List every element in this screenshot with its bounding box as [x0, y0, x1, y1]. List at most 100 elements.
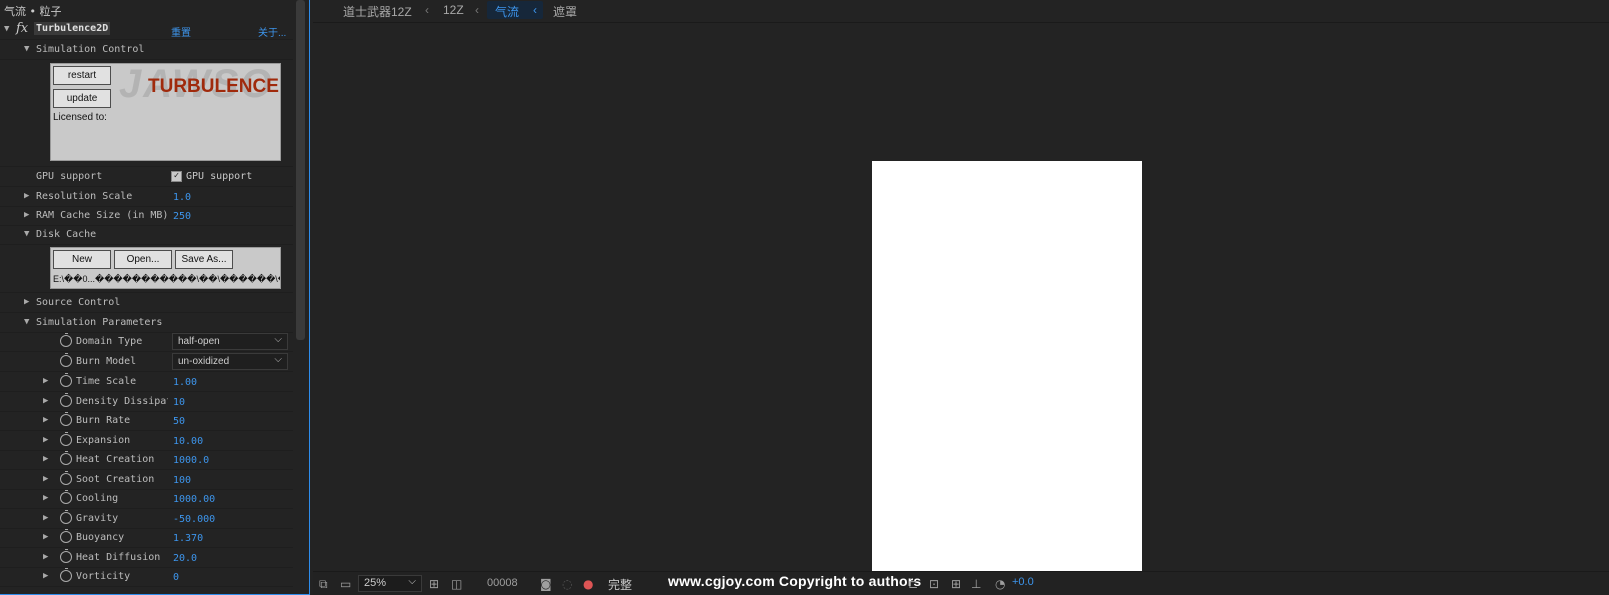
camera-icon[interactable]: ◙ — [540, 577, 552, 591]
param-row[interactable]: ▶ Soot Creation 100 — [0, 470, 293, 490]
param-value[interactable]: -50.000 — [173, 514, 215, 525]
param-value[interactable]: 250 — [173, 211, 191, 222]
stopwatch-icon[interactable] — [60, 393, 72, 407]
param-row[interactable]: ▶ Burn Rate 50 — [0, 411, 293, 431]
expand-triangle-icon[interactable]: ▶ — [43, 435, 48, 445]
timeline-icon[interactable]: ⊞ — [951, 577, 961, 591]
stopwatch-icon[interactable] — [60, 549, 72, 563]
flowchart-icon[interactable]: ⊥ — [971, 577, 981, 591]
param-value[interactable]: 20.0 — [173, 553, 197, 564]
expand-triangle-icon[interactable]: ▶ — [43, 454, 48, 464]
stopwatch-icon[interactable] — [60, 353, 72, 367]
tab-comp-4[interactable]: 遮罩 — [553, 3, 577, 20]
disk-cache-group[interactable]: ▼ Disk Cache — [0, 225, 293, 245]
collapse-triangle-icon[interactable]: ▼ — [24, 229, 29, 239]
stopwatch-icon[interactable] — [60, 529, 72, 543]
param-row[interactable]: ▶ Vorticity 0 — [0, 567, 293, 587]
burn-model-select[interactable]: un-oxidized ⌵ — [172, 353, 288, 370]
stopwatch-icon[interactable] — [60, 568, 72, 582]
expand-triangle-icon[interactable]: ▶ — [43, 493, 48, 503]
resolution-scale-row[interactable]: ▶ Resolution Scale 1.0 — [0, 187, 293, 207]
tab-comp-2[interactable]: 12Z — [443, 3, 464, 17]
expand-triangle-icon[interactable]: ▶ — [43, 376, 48, 386]
3d-view-icon[interactable]: ⊏ — [908, 577, 918, 591]
frame-counter[interactable]: 00008 — [487, 577, 518, 589]
param-row[interactable]: ▶ Heat Creation 1000.0 — [0, 450, 293, 470]
param-value[interactable]: 1000.00 — [173, 494, 215, 505]
collapse-triangle-icon[interactable]: ▼ — [24, 317, 29, 327]
exposure-value[interactable]: +0.0 — [1012, 576, 1034, 588]
channels-icon[interactable]: ● — [583, 577, 593, 591]
param-value[interactable]: 1.370 — [173, 533, 203, 544]
param-row[interactable]: ▶ Gravity -50.000 — [0, 509, 293, 529]
scrollbar[interactable] — [296, 0, 305, 340]
tab-comp-active[interactable]: 气流 — [495, 3, 519, 20]
param-label: GPU support — [36, 171, 103, 182]
param-row[interactable]: ▶ Cooling 1000.00 — [0, 489, 293, 509]
param-value[interactable]: 1.00 — [173, 377, 197, 388]
expand-triangle-icon[interactable]: ▶ — [43, 474, 48, 484]
stopwatch-icon[interactable] — [60, 333, 72, 347]
fx-icon[interactable]: fx — [16, 21, 28, 36]
collapse-triangle-icon[interactable]: ▼ — [4, 24, 9, 34]
about-link[interactable]: 关于... — [258, 24, 286, 39]
open-button[interactable]: Open... — [114, 250, 172, 269]
param-value[interactable]: 10 — [173, 397, 185, 408]
collapse-triangle-icon[interactable]: ▼ — [24, 44, 29, 54]
restart-button[interactable]: restart — [53, 66, 111, 85]
transparency-grid-icon[interactable]: ◫ — [451, 577, 462, 591]
param-row[interactable]: ▶ Density Dissipat 10 — [0, 392, 293, 412]
stopwatch-icon[interactable] — [60, 471, 72, 485]
effect-name[interactable]: Turbulence2D — [34, 22, 111, 35]
param-row[interactable]: ▶ Heat Diffusion 20.0 — [0, 548, 293, 568]
param-value[interactable]: 10.00 — [173, 436, 203, 447]
param-label: Soot Creation — [76, 474, 155, 485]
param-value[interactable]: 1.0 — [173, 192, 191, 203]
simulation-parameters-group[interactable]: ▼ Simulation Parameters — [0, 313, 293, 333]
expand-triangle-icon[interactable]: ▶ — [43, 532, 48, 542]
expand-triangle-icon[interactable]: ▶ — [43, 396, 48, 406]
expand-triangle-icon[interactable]: ▶ — [43, 571, 48, 581]
expand-triangle-icon[interactable]: ▶ — [43, 552, 48, 562]
viewer-canvas[interactable] — [313, 24, 1609, 571]
param-row[interactable]: ▶ Time Scale 1.00 — [0, 372, 293, 392]
reset-link[interactable]: 重置 — [171, 24, 191, 39]
reset-exposure-icon[interactable]: ◔ — [995, 577, 1005, 591]
fast-preview-icon[interactable]: ⊡ — [929, 577, 939, 591]
expand-triangle-icon[interactable]: ▶ — [24, 191, 29, 201]
param-row[interactable]: ▶ Expansion 10.00 — [0, 431, 293, 451]
stopwatch-icon[interactable] — [60, 451, 72, 465]
gpu-checkbox[interactable]: ✓ — [171, 171, 182, 182]
expand-triangle-icon[interactable]: ▶ — [24, 210, 29, 220]
monitor-icon[interactable]: ▭ — [340, 577, 351, 591]
always-preview-icon[interactable]: ⧉ — [319, 577, 328, 592]
source-control-group[interactable]: ▶ Source Control — [0, 293, 293, 313]
expand-triangle-icon[interactable]: ▶ — [43, 415, 48, 425]
param-value[interactable]: 1000.0 — [173, 455, 209, 466]
simulation-control-group[interactable]: ▼ Simulation Control — [0, 40, 293, 60]
disk-cache-custom-ui-row: New Open... Save As... E:\��0...��������… — [0, 245, 293, 293]
param-value[interactable]: 50 — [173, 416, 185, 427]
save-as-button[interactable]: Save As... — [175, 250, 233, 269]
region-icon[interactable]: ⊞ — [429, 577, 439, 591]
stopwatch-icon[interactable] — [60, 373, 72, 387]
param-row[interactable]: ▶ Buoyancy 1.370 — [0, 528, 293, 548]
param-value[interactable]: 100 — [173, 475, 191, 486]
stopwatch-icon[interactable] — [60, 490, 72, 504]
stopwatch-icon[interactable] — [60, 510, 72, 524]
new-button[interactable]: New — [53, 250, 111, 269]
effect-header-row[interactable]: ▼ fx Turbulence2D 重置 关于... — [0, 20, 293, 40]
domain-type-select[interactable]: half-open ⌵ — [172, 333, 288, 350]
stopwatch-icon[interactable] — [60, 432, 72, 446]
resolution-select[interactable]: 完整 — [608, 576, 632, 593]
ram-cache-row[interactable]: ▶ RAM Cache Size (in MB) 250 — [0, 206, 293, 226]
disk-cache-panel: New Open... Save As... E:\��0...��������… — [50, 247, 281, 289]
expand-triangle-icon[interactable]: ▶ — [24, 297, 29, 307]
tab-comp-1[interactable]: 道士武器12Z — [343, 3, 412, 20]
zoom-select[interactable]: 25% ⌵ — [358, 575, 422, 592]
show-snapshot-icon[interactable]: ◌ — [562, 577, 572, 591]
update-button[interactable]: update — [53, 89, 111, 108]
stopwatch-icon[interactable] — [60, 412, 72, 426]
expand-triangle-icon[interactable]: ▶ — [43, 513, 48, 523]
param-value[interactable]: 0 — [173, 572, 179, 583]
